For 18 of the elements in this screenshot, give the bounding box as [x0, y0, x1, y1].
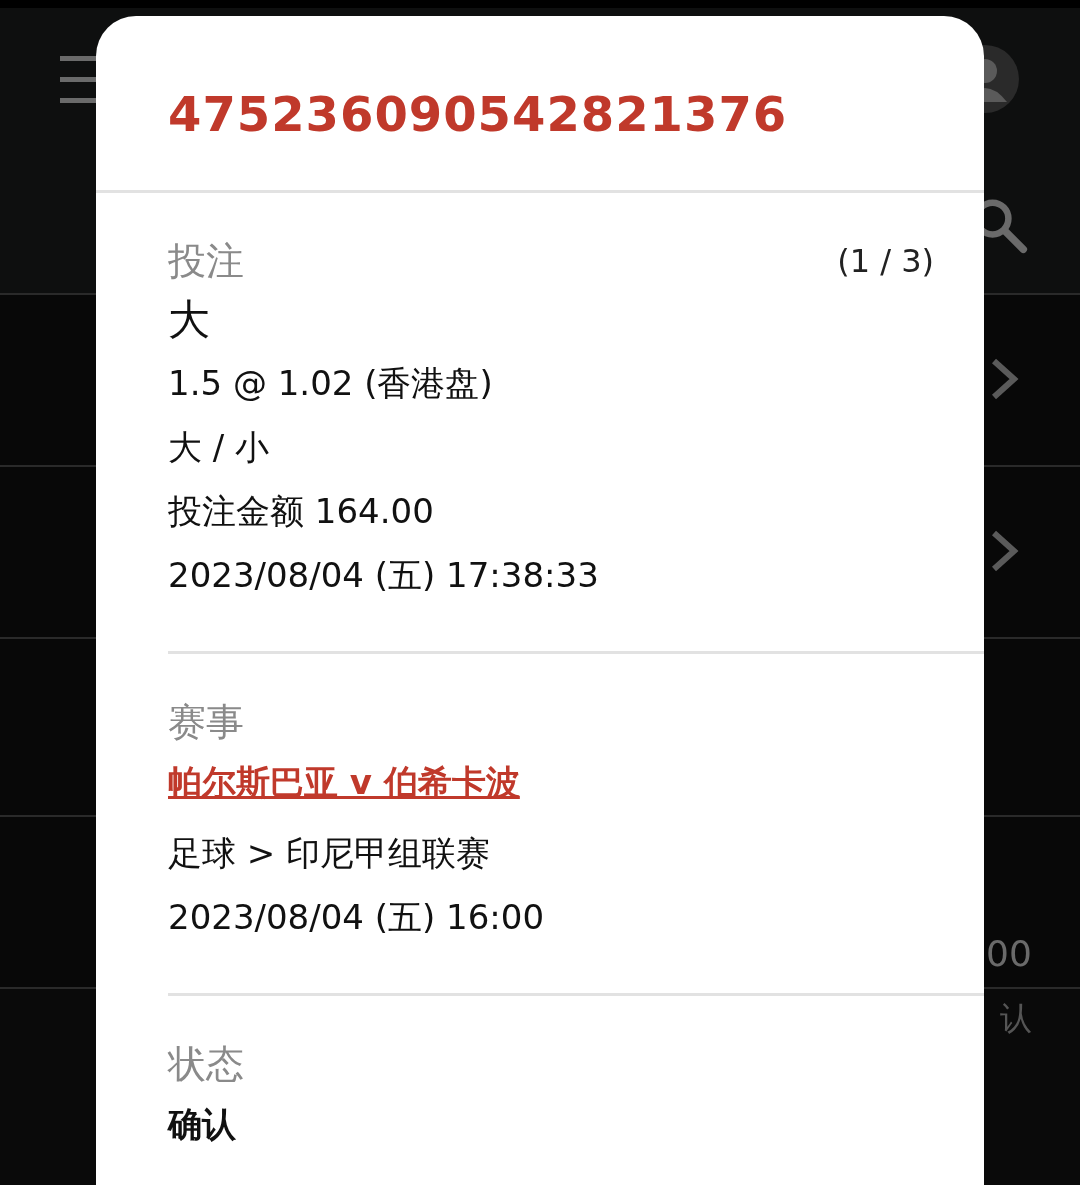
chevron-icon[interactable]	[990, 357, 1020, 401]
chevron-icon[interactable]	[990, 529, 1020, 573]
detail-text: 2023/08/04 (五) 16:00	[168, 896, 546, 939]
status-text: 认	[1000, 998, 1032, 1039]
detail-text: 投注金额 164.00	[168, 490, 435, 533]
detail-text: 1.5 @ 1.02 (香港盘)	[168, 362, 494, 405]
detail-text: 足球 > 印尼甲组联赛	[168, 832, 492, 875]
detail-text: 大 / 小	[168, 426, 271, 469]
section-label: 状态	[168, 1041, 244, 1088]
page-counter: (1 / 3)	[837, 242, 934, 280]
match-link[interactable]: 帕尔斯巴亚 v 伯希卡波	[168, 762, 520, 802]
section-label: 投注	[168, 238, 244, 285]
amount-text: 00	[986, 933, 1032, 974]
detail-text: 2023/08/04 (五) 17:38:33	[168, 554, 600, 597]
bet-id: 475236090542821376	[96, 16, 984, 193]
status-value: 确认	[168, 1103, 237, 1146]
section-label: 赛事	[168, 699, 244, 746]
selection-text: 大	[168, 294, 211, 346]
